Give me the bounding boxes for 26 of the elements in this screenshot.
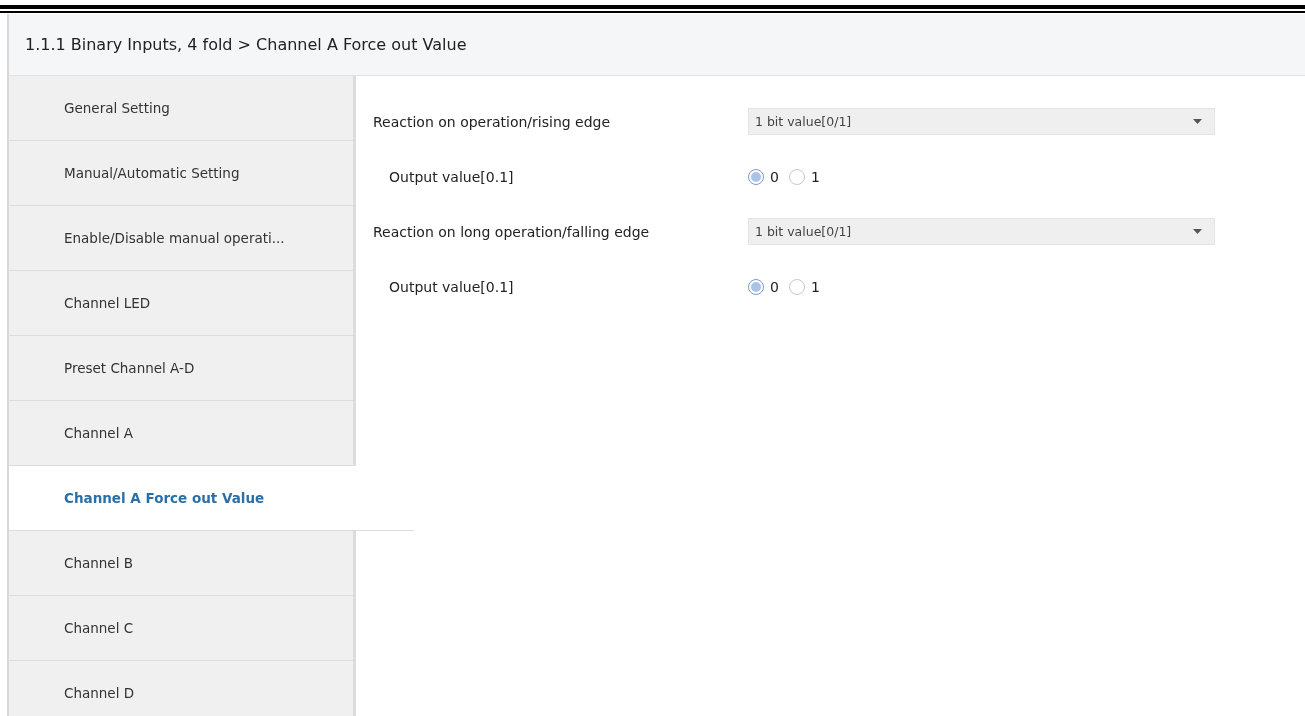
radio-button[interactable]: [788, 168, 805, 185]
sidebar-item[interactable]: Channel LED: [9, 271, 356, 336]
parameter-label: Output value[0.1]: [388, 278, 515, 295]
sidebar-item[interactable]: Enable/Disable manual operati...: [9, 206, 356, 271]
sidebar-item[interactable]: Preset Channel A-D: [9, 336, 356, 401]
radio-button[interactable]: [748, 278, 764, 295]
sidebar-item[interactable]: Channel B: [9, 531, 356, 596]
dropdown[interactable]: 1 bit value[0/1]: [748, 108, 1215, 135]
sidebar-item[interactable]: Manual/Automatic Setting: [9, 141, 356, 206]
page-title: 1.1.1 Binary Inputs, 4 fold > Channel A Force out Value: [9, 14, 1305, 76]
parameter-label: Output value[0.1]: [388, 168, 515, 185]
radio-label: 1: [810, 278, 820, 295]
sidebar-item[interactable]: Channel C: [9, 596, 356, 661]
caret-icon: [1193, 119, 1202, 124]
sidebar-item[interactable]: Channel D: [9, 661, 356, 716]
dropdown[interactable]: 1 bit value[0/1]: [748, 218, 1215, 245]
sidebar-item[interactable]: General Setting: [9, 76, 356, 141]
radio-button[interactable]: [788, 278, 805, 295]
radio-label: 1: [810, 168, 820, 185]
radio-label: 0: [770, 168, 779, 185]
caret-icon: [1193, 229, 1202, 234]
sidebar-item[interactable]: Channel A: [9, 401, 356, 466]
radio-button[interactable]: [748, 168, 764, 185]
radio-label: 0: [770, 278, 779, 295]
parameter-label: Reaction on long operation/falling edge: [373, 223, 651, 240]
parameter-label: Reaction on operation/rising edge: [373, 113, 612, 130]
